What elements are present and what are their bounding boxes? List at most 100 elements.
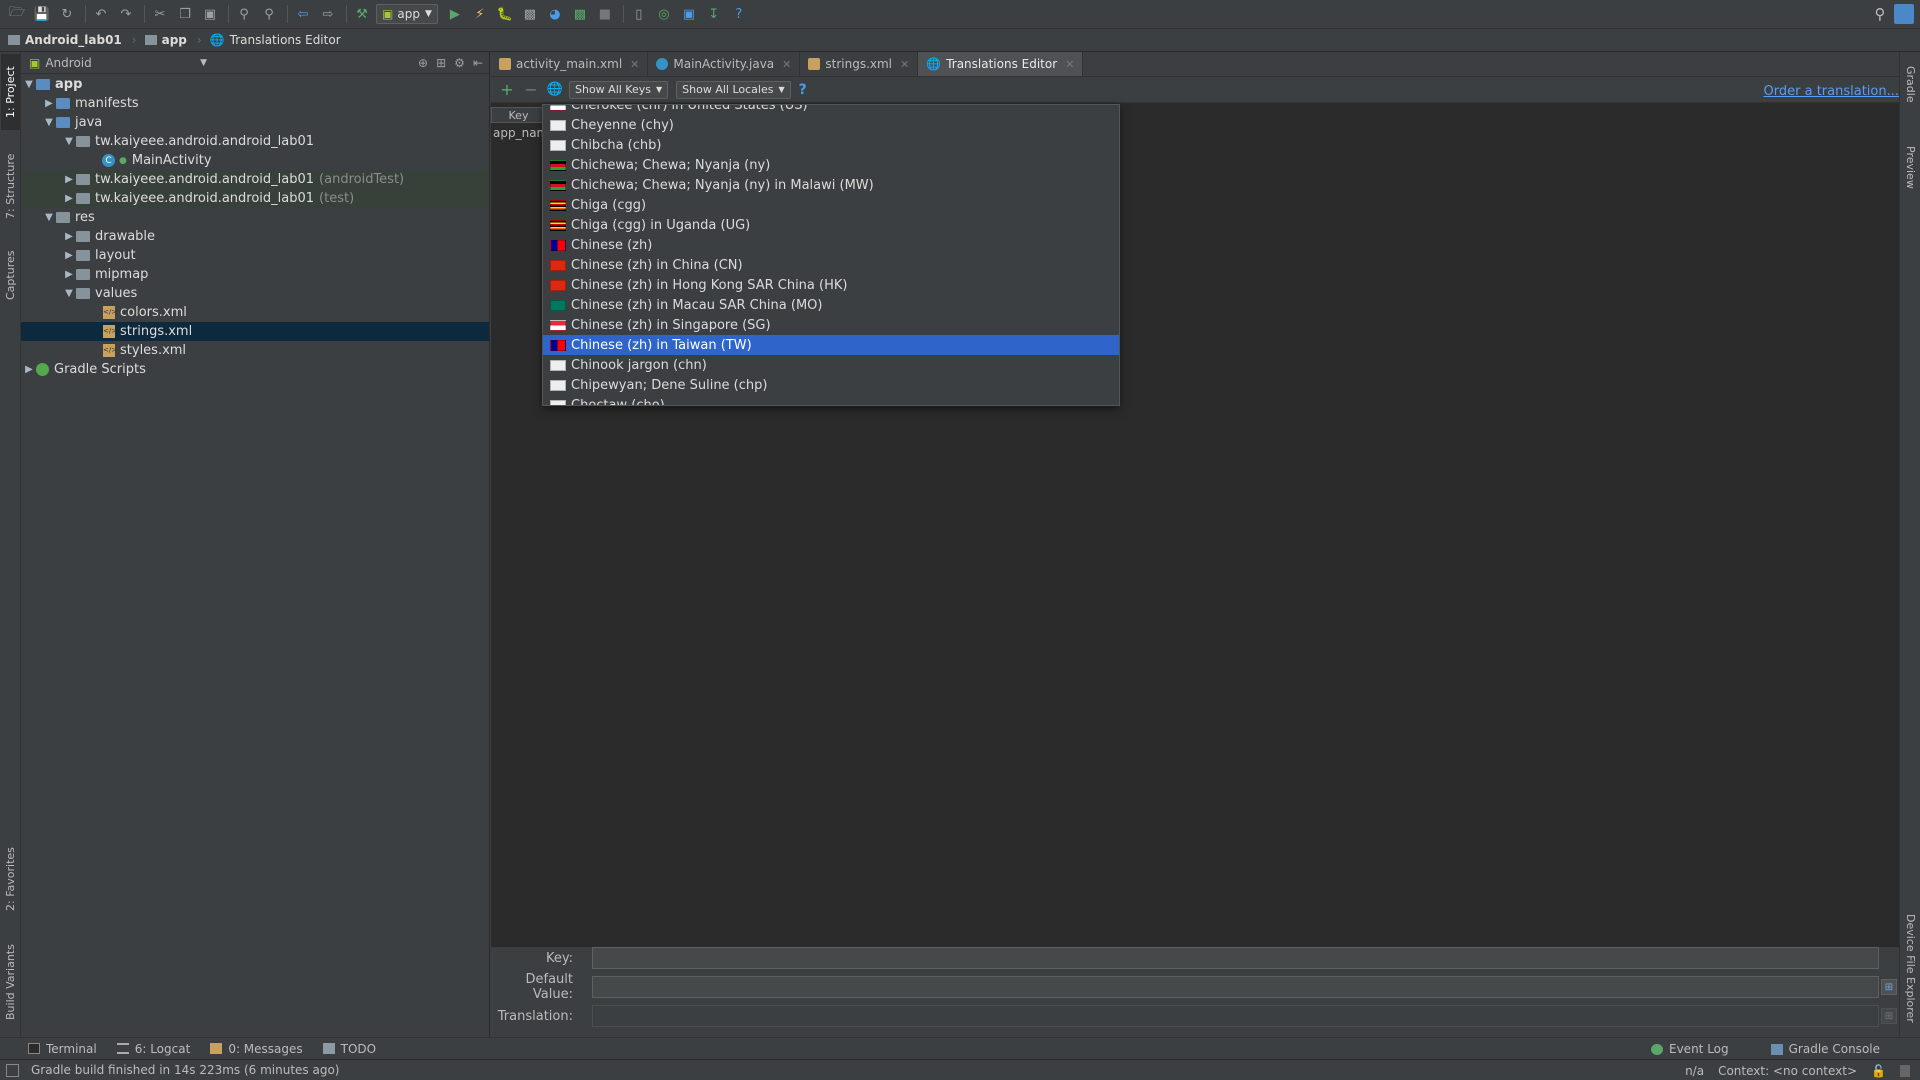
tree-item-res[interactable]: ▼ res: [21, 208, 489, 227]
tree-item-gradle-scripts[interactable]: ▶ Gradle Scripts: [21, 360, 489, 379]
preview-tool-tab[interactable]: Preview: [1901, 132, 1920, 202]
locale-option[interactable]: Chiga (cgg): [543, 195, 1119, 215]
gear-icon[interactable]: ⚙: [454, 56, 465, 70]
profile-icon[interactable]: ◕: [544, 3, 566, 25]
breadcrumb-project[interactable]: Android_lab01: [8, 33, 122, 47]
run-configuration-select[interactable]: ▣ app ▼: [376, 4, 438, 24]
memory-indicator-icon[interactable]: [1900, 1064, 1910, 1077]
keys-filter-select[interactable]: Show All Keys ▼: [569, 80, 669, 99]
stop-icon[interactable]: ■: [594, 3, 616, 25]
make-project-icon[interactable]: ⚒: [351, 3, 373, 25]
replace-icon[interactable]: ⚲: [258, 3, 280, 25]
redo-icon[interactable]: ↷: [115, 3, 137, 25]
scroll-from-source-icon[interactable]: ⊕: [418, 56, 428, 70]
favorites-tool-tab[interactable]: 2: Favorites: [1, 834, 20, 924]
device-file-explorer-tool-tab[interactable]: Device File Explorer: [1901, 904, 1920, 1032]
forward-icon[interactable]: ⇨: [317, 3, 339, 25]
remove-key-button[interactable]: −: [521, 80, 541, 100]
collapsed-arrow-icon[interactable]: ▶: [22, 364, 36, 375]
expanded-arrow-icon[interactable]: ▼: [42, 212, 56, 223]
structure-tool-tab[interactable]: 7: Structure: [1, 144, 20, 228]
expanded-arrow-icon[interactable]: ▼: [62, 288, 76, 299]
default-value-field[interactable]: [592, 976, 1879, 998]
find-icon[interactable]: ⚲: [233, 3, 255, 25]
collapse-all-icon[interactable]: ⊞: [436, 56, 446, 70]
close-icon[interactable]: ✕: [1065, 58, 1074, 71]
back-icon[interactable]: ⇦: [292, 3, 314, 25]
tree-item-styles-xml[interactable]: </> styles.xml: [21, 341, 489, 360]
breadcrumb-editor[interactable]: 🌐 Translations Editor: [210, 33, 341, 47]
paste-icon[interactable]: ▣: [199, 3, 221, 25]
locale-option[interactable]: Chinese (zh) in Hong Kong SAR China (HK): [543, 275, 1119, 295]
key-cell[interactable]: app_name: [493, 126, 545, 140]
locale-option[interactable]: Chinook jargon (chn): [543, 355, 1119, 375]
tree-item-manifests[interactable]: ▶ manifests: [21, 94, 489, 113]
locale-option-selected[interactable]: Chinese (zh) in Taiwan (TW): [543, 335, 1119, 355]
locale-option[interactable]: Chibcha (chb): [543, 135, 1119, 155]
locale-option[interactable]: Chinese (zh) in Macau SAR China (MO): [543, 295, 1119, 315]
search-everywhere-icon[interactable]: ⚲: [1870, 4, 1890, 24]
key-field[interactable]: [592, 947, 1879, 969]
add-key-button[interactable]: +: [497, 80, 517, 100]
help-icon[interactable]: ?: [728, 3, 750, 25]
tab-activity-main-xml[interactable]: activity_main.xml ✕: [491, 52, 649, 76]
tree-item-values[interactable]: ▼ values: [21, 284, 489, 303]
collapsed-arrow-icon[interactable]: ▶: [62, 250, 76, 261]
tree-item-test-package[interactable]: ▶ tw.kaiyeee.android.android_lab01 (test…: [21, 189, 489, 208]
project-structure-icon[interactable]: ▣: [678, 3, 700, 25]
event-log-tool-button[interactable]: Event Log: [1651, 1042, 1729, 1056]
tree-item-colors-xml[interactable]: </> colors.xml: [21, 303, 489, 322]
expanded-arrow-icon[interactable]: ▼: [22, 79, 36, 90]
breadcrumb-module[interactable]: app: [144, 33, 187, 47]
todo-tool-button[interactable]: TODO: [322, 1042, 376, 1056]
locale-option[interactable]: Chipewyan; Dene Suline (chp): [543, 375, 1119, 395]
locale-option[interactable]: Chinese (zh) in China (CN): [543, 255, 1119, 275]
copy-icon[interactable]: ❐: [174, 3, 196, 25]
expanded-arrow-icon[interactable]: ▼: [62, 136, 76, 147]
messages-tool-button[interactable]: 0: Messages: [210, 1042, 303, 1056]
order-translation-link[interactable]: Order a translation...: [1764, 84, 1899, 99]
debug-icon[interactable]: 🐛: [494, 3, 516, 25]
apply-changes-icon[interactable]: ⚡: [469, 3, 491, 25]
tab-mainactivity-java[interactable]: MainActivity.java ✕: [648, 52, 801, 76]
close-icon[interactable]: ✕: [782, 58, 791, 71]
project-view-select[interactable]: ▣ Android ▼: [29, 56, 207, 70]
build-variants-tool-tab[interactable]: Build Variants: [1, 934, 20, 1030]
cut-icon[interactable]: ✂: [149, 3, 171, 25]
gradle-tool-tab[interactable]: Gradle: [1901, 54, 1920, 114]
logcat-tool-button[interactable]: 6: Logcat: [116, 1042, 190, 1056]
run-icon[interactable]: ▶: [444, 3, 466, 25]
save-icon[interactable]: 💾: [31, 3, 53, 25]
undo-icon[interactable]: ↶: [90, 3, 112, 25]
user-avatar-icon[interactable]: [1894, 4, 1914, 24]
tree-item-main-package[interactable]: ▼ tw.kaiyeee.android.android_lab01: [21, 132, 489, 151]
locale-option[interactable]: Chichewa; Chewa; Nyanja (ny): [543, 155, 1119, 175]
locale-option[interactable]: Cheyenne (chy): [543, 115, 1119, 135]
help-icon[interactable]: ?: [799, 82, 807, 98]
tree-item-mipmap[interactable]: ▶ mipmap: [21, 265, 489, 284]
tree-item-mainactivity[interactable]: C ● MainActivity: [21, 151, 489, 170]
tree-item-android-test-package[interactable]: ▶ tw.kaiyeee.android.android_lab01 (andr…: [21, 170, 489, 189]
toggle-tool-windows-icon[interactable]: [6, 1063, 19, 1077]
close-icon[interactable]: ✕: [630, 58, 639, 71]
locales-filter-select[interactable]: Show All Locales ▼: [676, 80, 791, 99]
gradle-console-tool-button[interactable]: Gradle Console: [1770, 1042, 1880, 1056]
locale-option[interactable]: Choctaw (cho): [543, 395, 1119, 405]
add-locale-globe-icon[interactable]: 🌐: [545, 80, 565, 100]
tab-strings-xml[interactable]: strings.xml ✕: [800, 52, 919, 76]
sdk-manager-icon[interactable]: ◎: [653, 3, 675, 25]
tree-item-strings-xml[interactable]: </> strings.xml: [21, 322, 489, 341]
sync-icon[interactable]: ↻: [56, 3, 78, 25]
tree-item-layout[interactable]: ▶ layout: [21, 246, 489, 265]
attach-debugger-icon[interactable]: ▩: [569, 3, 591, 25]
close-icon[interactable]: ✕: [900, 58, 909, 71]
locale-option[interactable]: Cherokee (chr) in United States (US): [543, 105, 1119, 115]
collapsed-arrow-icon[interactable]: ▶: [62, 174, 76, 185]
expand-default-value-button[interactable]: ⊞: [1881, 979, 1897, 995]
hide-panel-icon[interactable]: ⇤: [473, 56, 483, 70]
collapsed-arrow-icon[interactable]: ▶: [62, 269, 76, 280]
locale-option[interactable]: Chiga (cgg) in Uganda (UG): [543, 215, 1119, 235]
collapsed-arrow-icon[interactable]: ▶: [42, 98, 56, 109]
locale-option[interactable]: Chinese (zh): [543, 235, 1119, 255]
tree-item-drawable[interactable]: ▶ drawable: [21, 227, 489, 246]
